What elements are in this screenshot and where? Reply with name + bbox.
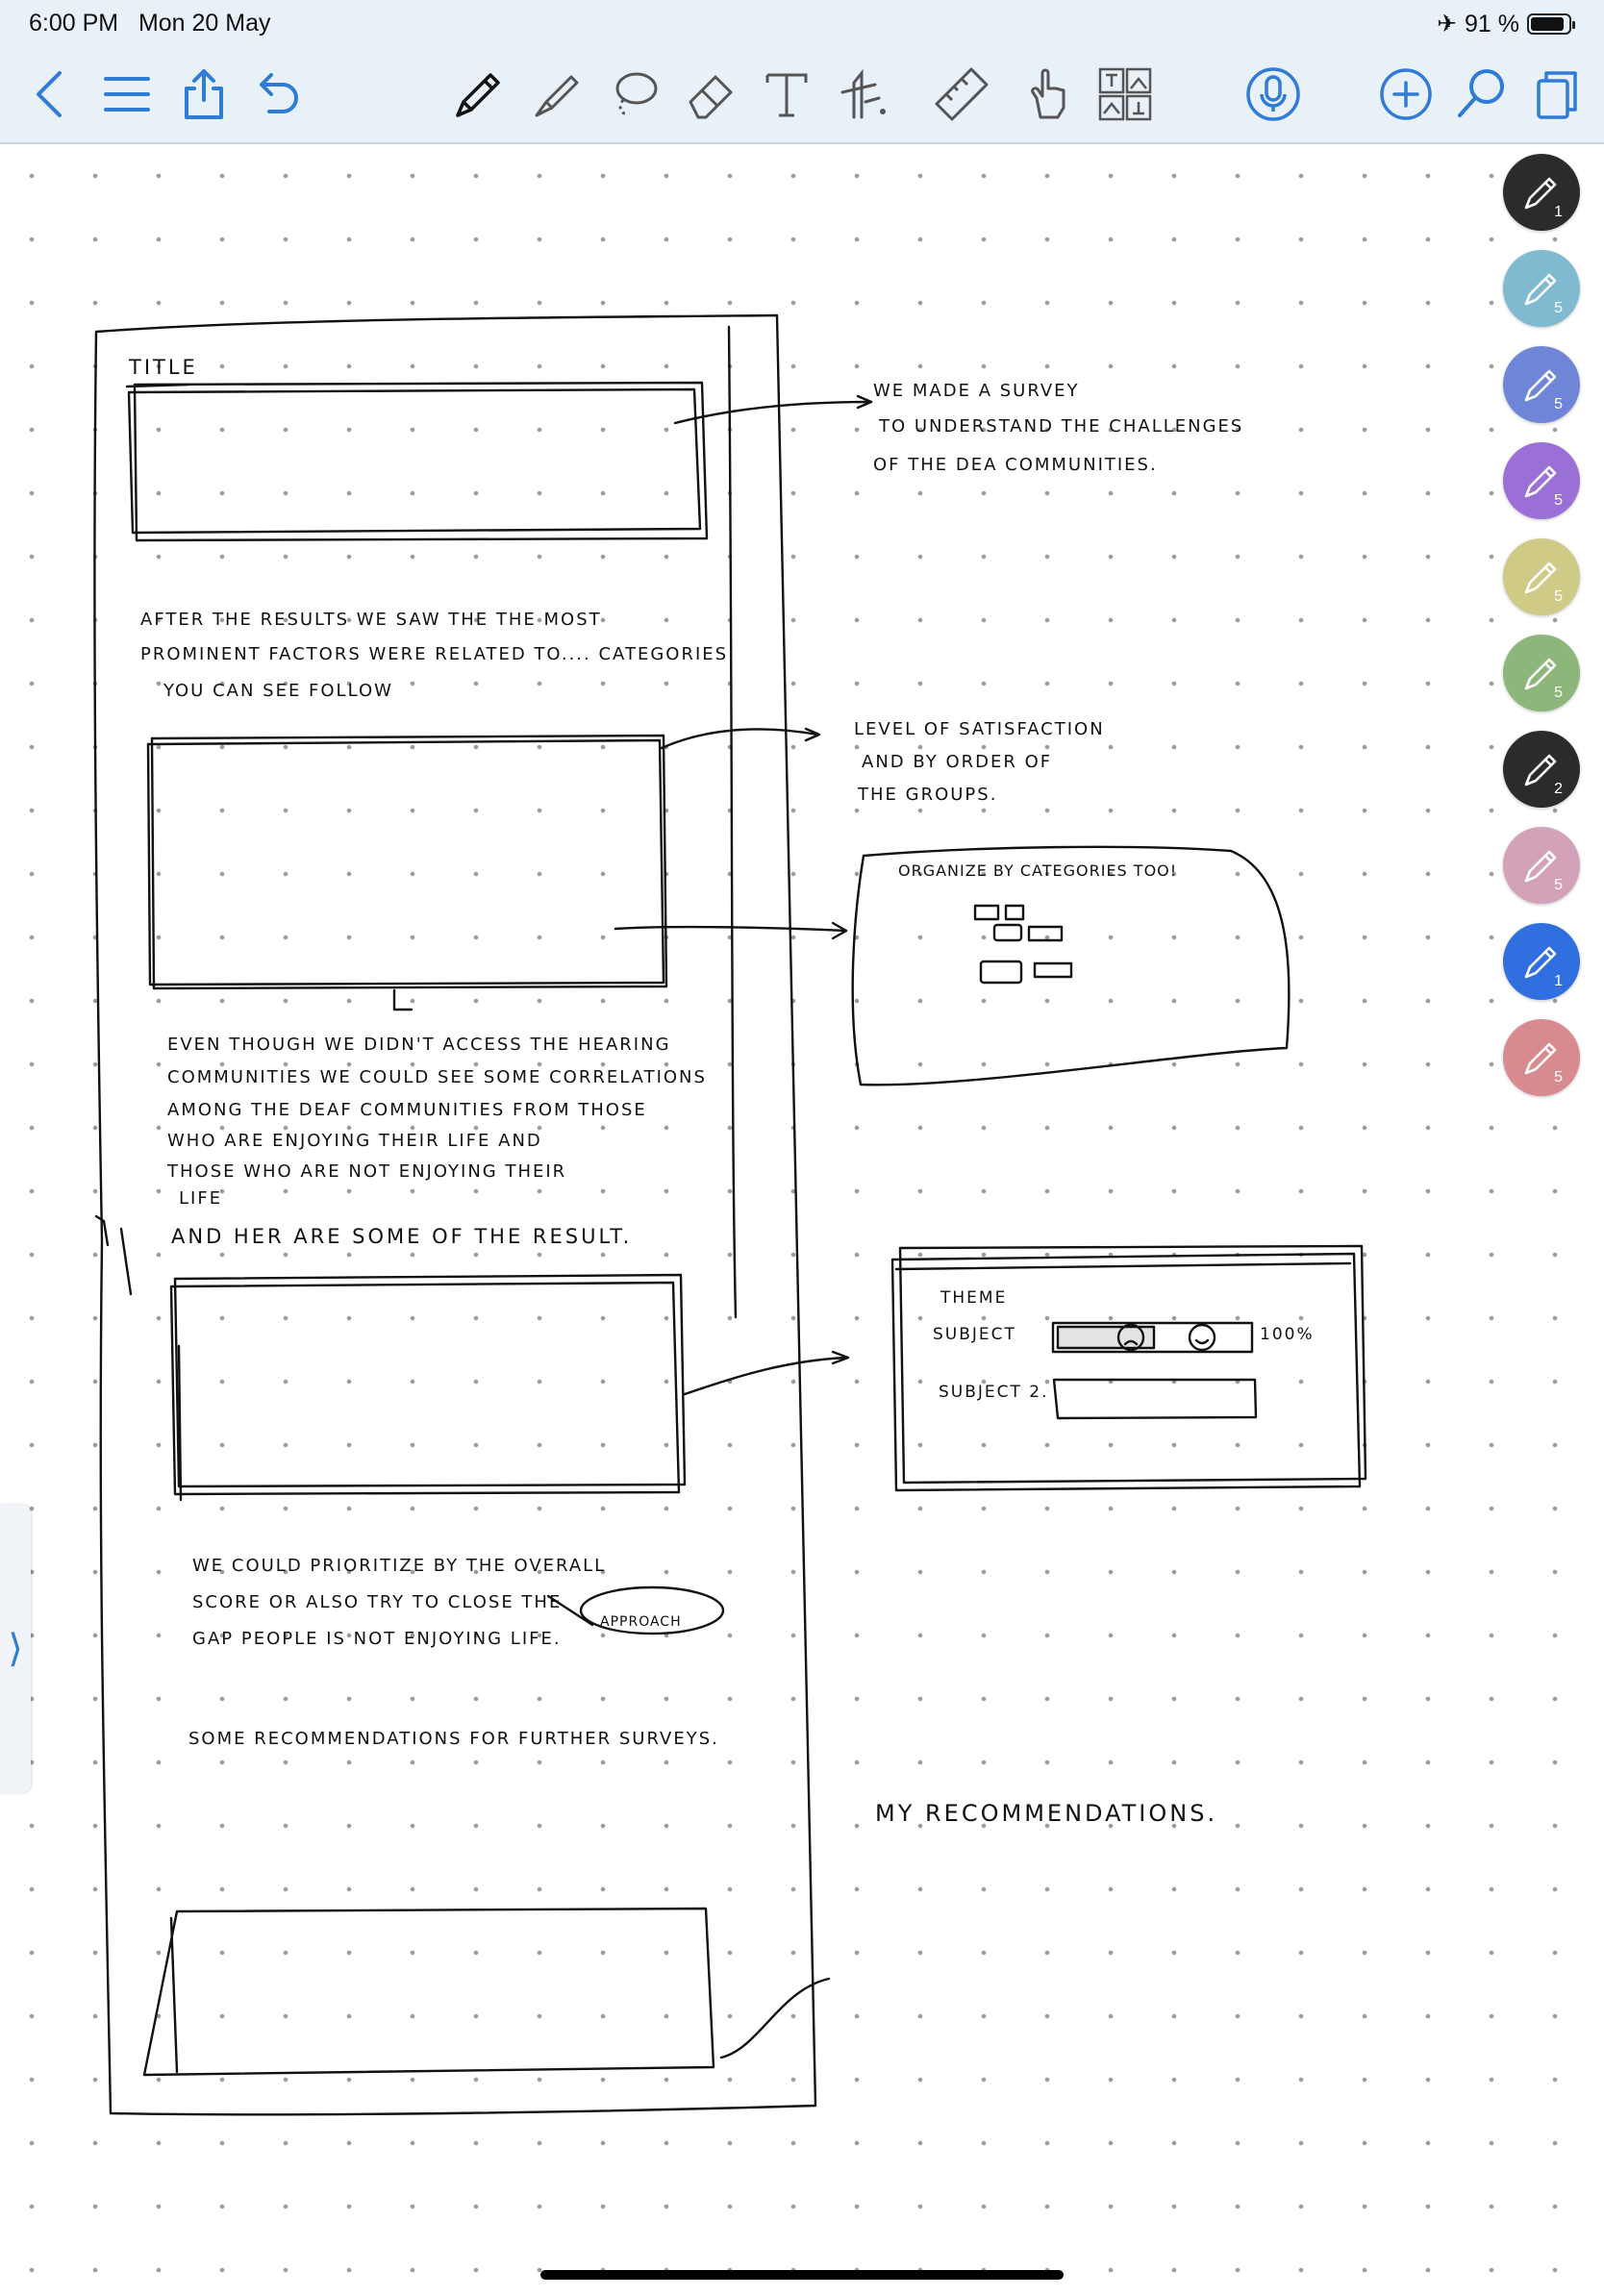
satisfaction-line-3: THE GROUPS. (858, 785, 998, 805)
pen-icon[interactable] (448, 63, 510, 125)
category-sketch (973, 904, 1073, 985)
pen-swatch-6[interactable]: 5 (1503, 635, 1580, 711)
pen-swatch-9[interactable]: 1 (1503, 923, 1580, 1000)
percent-label: 100% (1260, 1325, 1315, 1344)
elements-icon[interactable] (829, 63, 890, 125)
prioritize-line-3: GAP PEOPLE IS NOT ENJOYING LIFE. (192, 1629, 562, 1649)
chevron-right-icon: ⟩ (8, 1628, 23, 1670)
survey-note-line-1: WE MADE A SURVEY (873, 381, 1080, 401)
prioritize-line-1: WE COULD PRIORITIZE BY THE OVERALL (192, 1556, 607, 1576)
pen-swatch-4[interactable]: 5 (1503, 442, 1580, 519)
prioritize-line-2: SCORE OR ALSO TRY TO CLOSE THE (192, 1592, 563, 1612)
pen-size-label: 5 (1554, 300, 1563, 316)
subject2-label: SUBJECT 2. (939, 1383, 1049, 1402)
recommendations-label: SOME RECOMMENDATIONS FOR FURTHER SURVEYS… (188, 1729, 719, 1749)
chart-box-2 (173, 1273, 687, 1488)
recommendations-box (142, 1907, 715, 2077)
after-results-line-1: AFTER THE RESULTS WE SAW THE THE MOST (140, 610, 602, 630)
my-recommendations-label: MY RECOMMENDATIONS. (875, 1800, 1218, 1827)
add-page-icon[interactable] (1375, 63, 1437, 125)
pen-swatch-7[interactable]: 2 (1503, 731, 1580, 808)
subject2-bar (1052, 1378, 1258, 1420)
pen-size-label: 5 (1554, 588, 1563, 605)
theme-label: THEME (940, 1288, 1008, 1308)
pen-size-label: 5 (1554, 685, 1563, 701)
status-time: 6:00 PM Mon 20 May (29, 10, 271, 37)
approach-label: APPROACH (600, 1614, 682, 1630)
after-results-line-2: PROMINENT FACTORS WERE RELATED TO.... CA… (140, 644, 729, 664)
satisfaction-line-1: LEVEL OF SATISFACTION (854, 719, 1105, 739)
pen-size-label: 1 (1554, 204, 1563, 220)
satisfaction-line-2: AND BY ORDER OF (862, 752, 1053, 772)
date-label: Mon 20 May (138, 10, 271, 37)
pen-swatch-3[interactable]: 5 (1503, 346, 1580, 423)
pen-swatch-10[interactable]: 5 (1503, 1019, 1580, 1096)
list-icon[interactable] (96, 63, 158, 125)
pen-size-label: 5 (1554, 877, 1563, 893)
title-box (133, 381, 709, 542)
arrow-satisfaction (660, 728, 819, 750)
pen-size-label: 1 (1554, 973, 1563, 989)
even-though-line-6: LIFE (179, 1188, 223, 1209)
sidebar-toggle[interactable]: ⟩ (0, 1505, 31, 1793)
even-though-line-2: COMMUNITIES WE COULD SEE SOME CORRELATIO… (167, 1067, 707, 1087)
eraser-icon[interactable] (679, 63, 740, 125)
airplane-icon: ✈ (1437, 11, 1458, 37)
pen-swatch-5[interactable]: 5 (1503, 538, 1580, 615)
pages-icon[interactable] (1527, 63, 1589, 125)
highlighter-icon[interactable] (527, 63, 589, 125)
pen-size-label: 2 (1554, 781, 1563, 797)
share-icon[interactable] (173, 63, 235, 125)
microphone-icon[interactable] (1242, 63, 1304, 125)
and-here-label: AND HER ARE SOME OF THE RESULT. (171, 1225, 633, 1248)
pen-swatch-8[interactable]: 5 (1503, 827, 1580, 904)
note-canvas[interactable]: TITLE WE MADE A SURVEY TO UNDERSTAND THE… (0, 144, 1604, 2296)
pen-size-label: 5 (1554, 396, 1563, 412)
pen-size-label: 5 (1554, 492, 1563, 509)
wireframe-inner-line (727, 325, 738, 1319)
smile-face-icon (1188, 1323, 1216, 1352)
ruler-icon[interactable] (931, 63, 992, 125)
toolbar (0, 46, 1604, 144)
status-bar: 6:00 PM Mon 20 May ✈ 91 % (0, 0, 1604, 46)
title-label: TITLE (129, 356, 198, 379)
back-icon[interactable] (21, 63, 83, 125)
home-indicator[interactable] (540, 2270, 1064, 2280)
even-though-line-5: THOSE WHO ARE NOT ENJOYING THEIR (167, 1161, 567, 1182)
arrow-theme (683, 1356, 848, 1396)
wireframe-outline (93, 313, 817, 2116)
hand-icon[interactable] (1019, 63, 1081, 125)
survey-note-line-2: TO UNDERSTAND THE CHALLENGES (879, 416, 1244, 437)
text-icon[interactable] (756, 63, 817, 125)
survey-note-line-3: OF THE DEA COMMUNITIES. (873, 455, 1158, 475)
organize-label: ORGANIZE BY CATEGORIES TOO! (898, 861, 1178, 880)
sketch-drawing (93, 313, 1367, 2116)
image-icon[interactable] (1094, 63, 1156, 125)
even-though-line-3: AMONG THE DEAF COMMUNITIES FROM THOSE (167, 1100, 647, 1120)
battery-percent: 91 % (1465, 10, 1519, 37)
status-right: ✈ 91 % (1437, 10, 1575, 38)
search-icon[interactable] (1450, 63, 1512, 125)
after-results-line-3: YOU CAN SEE FOLLOW (163, 681, 393, 701)
arrow-organize (614, 925, 848, 933)
even-though-line-4: WHO ARE ENJOYING THEIR LIFE AND (167, 1131, 542, 1151)
pen-size-label: 5 (1554, 1069, 1563, 1086)
chart-box-1 (150, 734, 668, 990)
pen-swatch-1[interactable]: 1 (1503, 154, 1580, 231)
subject-label: SUBJECT (933, 1325, 1016, 1344)
time-label: 6:00 PM (29, 10, 119, 37)
battery-icon (1527, 13, 1575, 35)
even-though-line-1: EVEN THOUGH WE DIDN'T ACCESS THE HEARING (167, 1035, 671, 1055)
undo-icon[interactable] (246, 63, 308, 125)
arrow-survey (673, 400, 873, 425)
pen-swatch-2[interactable]: 5 (1503, 250, 1580, 327)
lasso-icon[interactable] (604, 63, 665, 125)
